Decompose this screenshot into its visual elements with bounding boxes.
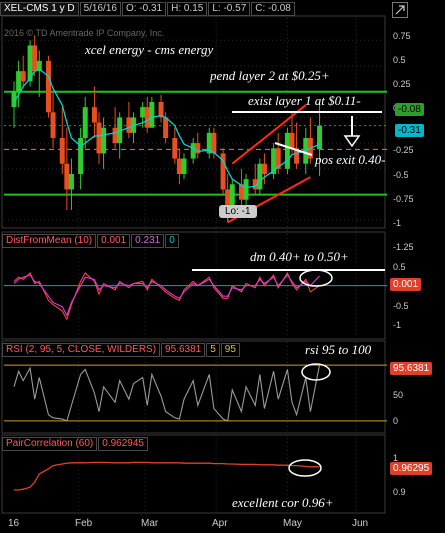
- dist-tick: 0.5: [393, 262, 406, 272]
- price-tick: 0.25: [393, 79, 411, 89]
- candle-body: [149, 102, 155, 128]
- candle-body: [82, 107, 88, 138]
- corr-value-1: 0.962945: [98, 437, 148, 451]
- candle-body: [144, 107, 150, 128]
- x-tick: Feb: [75, 518, 93, 529]
- rsi-series-line: [13, 364, 321, 422]
- price-tick: 0.5: [393, 55, 406, 65]
- rsi-value-3: 95: [220, 343, 240, 357]
- candle-body: [45, 60, 51, 113]
- candle-body: [225, 189, 231, 205]
- mid-price-badge: -0.31: [395, 124, 424, 137]
- dm-circle: [299, 269, 333, 287]
- corr-label[interactable]: PairCorrelation (60): [2, 437, 98, 451]
- dist-badge: 0.001: [390, 278, 422, 291]
- rsi-annotation: rsi 95 to 100: [305, 342, 372, 357]
- settings-button[interactable]: [392, 2, 408, 18]
- candle-body: [243, 179, 249, 200]
- high-box: H: 0.15: [167, 2, 208, 16]
- price-tick: -0.75: [393, 194, 414, 204]
- candle-body: [163, 117, 169, 138]
- candle-body: [91, 107, 97, 123]
- rsi-tick: 50: [393, 390, 404, 400]
- price-tick: 0.75: [393, 31, 411, 41]
- rsi-circle: [301, 363, 331, 381]
- rsi-panel-header: RSI (2, 95, 5, CLOSE, WILDERS) 95.6381 5 95: [2, 343, 241, 357]
- rsi-badge: 95.6381: [390, 362, 433, 375]
- corr-circle: [288, 459, 322, 477]
- dist-panel-header: DistFromMean (10) 0.001 0.231 0: [2, 234, 180, 248]
- cor-annotation: excellent cor 0.96+: [232, 495, 334, 510]
- rsi-tick: 0: [393, 416, 399, 426]
- rsi-value-2: 5: [206, 343, 220, 357]
- candle-body: [16, 71, 22, 92]
- corr-tick: 0.9: [393, 487, 406, 497]
- x-tick: May: [283, 518, 302, 529]
- dist-label[interactable]: DistFromMean (10): [2, 234, 97, 248]
- arrow-icon: [395, 5, 405, 15]
- dist-tick: -1: [393, 320, 402, 330]
- candle-body: [78, 138, 84, 174]
- candle-body: [64, 163, 70, 190]
- watermark: 2016 © TD Ameritrade IP Company, Inc.: [4, 28, 165, 38]
- close-box: C: -0.08: [251, 2, 295, 16]
- pos-exit-annotation: pos exit 0.40-: [315, 152, 386, 167]
- last-price-badge: -0.08: [395, 103, 424, 116]
- candle-body: [257, 163, 263, 190]
- x-tick: Mar: [141, 518, 159, 529]
- dist-series-line: [13, 271, 320, 321]
- dist-tick: -0.5: [393, 301, 409, 311]
- candle-body: [317, 125, 323, 150]
- rsi-label[interactable]: RSI (2, 95, 5, CLOSE, WILDERS): [2, 343, 161, 357]
- corr-badge: 0.96295: [390, 462, 433, 475]
- exist-layer-annotation: exist layer 1 at $0.11-: [248, 93, 361, 108]
- corr-panel-header: PairCorrelation (60) 0.962945: [2, 437, 149, 451]
- candle-body: [140, 107, 146, 118]
- candle-body: [68, 174, 74, 190]
- dm-annotation: dm 0.40+ to 0.50+: [250, 249, 349, 264]
- date-box: 5/16/16: [79, 2, 121, 16]
- price-tick: -0.5: [393, 170, 409, 180]
- dist-value-3: 0: [165, 234, 179, 248]
- candle-body: [284, 132, 290, 169]
- symbol-header: XEL-CMS 1 y D 5/16/16 O: -0.31 H: 0.15 L: -0…: [0, 2, 296, 16]
- exit-arrow-head: [343, 135, 361, 148]
- candle-body: [59, 138, 65, 164]
- price-tick: -1.25: [393, 242, 414, 252]
- candle-body: [190, 143, 196, 159]
- symbol-box[interactable]: XEL-CMS 1 y D: [0, 2, 79, 16]
- candle-body: [96, 122, 102, 154]
- candle-body: [289, 132, 295, 149]
- candle-body: [126, 117, 132, 133]
- candle-body: [50, 112, 56, 138]
- candle-body: [32, 45, 38, 72]
- x-tick: Jun: [352, 518, 369, 529]
- candle-body: [181, 158, 187, 174]
- x-tick: Apr: [212, 518, 228, 529]
- title-annotation: xcel energy - cms energy: [85, 42, 214, 57]
- low-label: Lo: -1: [219, 205, 257, 218]
- price-tick: -0.25: [393, 145, 414, 155]
- candle-body: [101, 127, 107, 154]
- dist-value-1: 0.001: [97, 234, 131, 248]
- open-box: O: -0.31: [121, 2, 167, 16]
- candle-body: [176, 158, 182, 174]
- candle-body: [211, 132, 217, 154]
- rsi-value-1: 95.6381: [161, 343, 206, 357]
- candle-body: [112, 127, 118, 144]
- x-tick: 16: [8, 518, 20, 529]
- candle-body: [261, 163, 267, 174]
- corr-series-line: [14, 461, 320, 491]
- price-tick: -1: [393, 218, 402, 228]
- low-box: L: -0.57: [208, 2, 251, 16]
- candle-body: [172, 138, 178, 159]
- dist-value-2: 0.231: [131, 234, 165, 248]
- pend-layer-annotation: pend layer 2 at $0.25+: [210, 68, 330, 83]
- candle-body: [229, 184, 235, 205]
- candle-body: [20, 71, 26, 82]
